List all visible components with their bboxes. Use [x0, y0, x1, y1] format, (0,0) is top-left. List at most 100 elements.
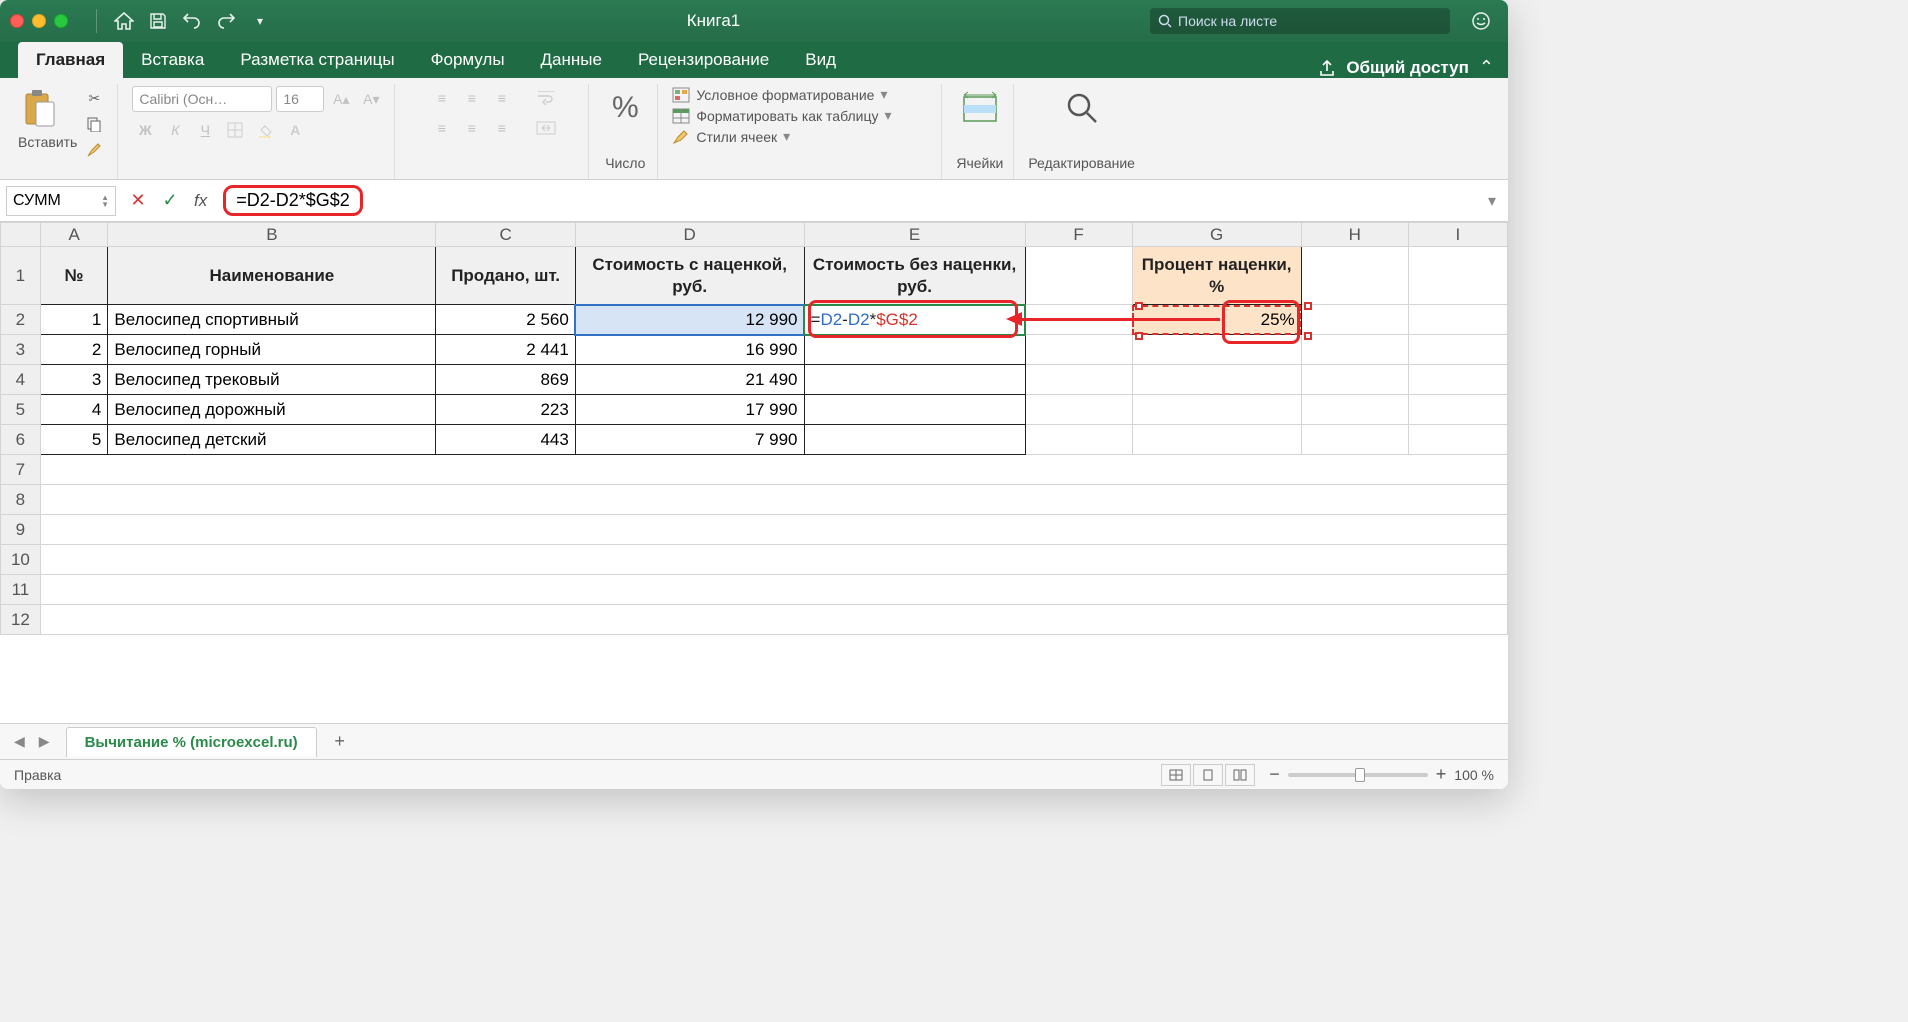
tab-formulas[interactable]: Формулы: [413, 42, 523, 78]
col-header[interactable]: C: [436, 223, 575, 247]
underline-button[interactable]: Ч: [192, 118, 218, 142]
cell[interactable]: 7 990: [575, 425, 804, 455]
collapse-ribbon-icon[interactable]: ⌃: [1479, 57, 1494, 78]
bold-button[interactable]: Ж: [132, 118, 158, 142]
copy-icon[interactable]: [81, 112, 107, 136]
cell[interactable]: [1025, 365, 1132, 395]
add-sheet-button[interactable]: +: [325, 728, 355, 756]
formula-input[interactable]: =D2-D2*$G$2: [215, 185, 1476, 216]
cell[interactable]: [1025, 395, 1132, 425]
row-header[interactable]: 3: [1, 335, 41, 365]
row-header[interactable]: 7: [1, 455, 41, 485]
cut-icon[interactable]: ✂: [81, 86, 107, 110]
find-icon[interactable]: [1060, 86, 1104, 130]
row-header[interactable]: 6: [1, 425, 41, 455]
font-name-combo[interactable]: Calibri (Осн…: [132, 86, 272, 112]
tab-home[interactable]: Главная: [18, 42, 123, 78]
cell[interactable]: 223: [436, 395, 575, 425]
format-painter-icon[interactable]: [81, 138, 107, 162]
cell[interactable]: [804, 365, 1025, 395]
cell[interactable]: 17 990: [575, 395, 804, 425]
cell[interactable]: 2 560: [436, 305, 575, 335]
cell[interactable]: [1408, 365, 1507, 395]
tab-data[interactable]: Данные: [523, 42, 620, 78]
cell[interactable]: [1132, 425, 1301, 455]
view-page-break-icon[interactable]: [1225, 764, 1255, 786]
cell[interactable]: [804, 395, 1025, 425]
tab-view[interactable]: Вид: [787, 42, 854, 78]
spreadsheet-grid[interactable]: A B C D E F G H I 1 № Наименование Прода…: [0, 222, 1508, 723]
save-icon[interactable]: [141, 6, 175, 36]
col-header[interactable]: E: [804, 223, 1025, 247]
cell[interactable]: [1025, 305, 1132, 335]
cell-styles-button[interactable]: Стили ячеек▾: [672, 128, 891, 145]
cell[interactable]: [1132, 335, 1301, 365]
cell[interactable]: [40, 455, 1507, 485]
font-size-combo[interactable]: 16: [276, 86, 324, 112]
col-header[interactable]: G: [1132, 223, 1301, 247]
cell[interactable]: 869: [436, 365, 575, 395]
row-header[interactable]: 9: [1, 515, 41, 545]
conditional-formatting-button[interactable]: Условное форматирование▾: [672, 86, 891, 103]
cell[interactable]: [1301, 247, 1408, 305]
cell[interactable]: [1132, 395, 1301, 425]
cell[interactable]: 2: [40, 335, 108, 365]
row-header[interactable]: 2: [1, 305, 41, 335]
cell[interactable]: [1301, 365, 1408, 395]
cell[interactable]: [1025, 247, 1132, 305]
tab-review[interactable]: Рецензирование: [620, 42, 787, 78]
cell[interactable]: [1408, 335, 1507, 365]
number-format-icon[interactable]: %: [603, 86, 647, 130]
cells-icon[interactable]: [958, 86, 1002, 130]
align-top-icon[interactable]: ≡: [429, 86, 455, 110]
header-name[interactable]: Наименование: [108, 247, 436, 305]
sheet-nav-prev-icon[interactable]: ◀: [8, 729, 31, 754]
cell[interactable]: [1301, 425, 1408, 455]
cell[interactable]: 2 441: [436, 335, 575, 365]
col-header[interactable]: A: [40, 223, 108, 247]
cell[interactable]: 4: [40, 395, 108, 425]
row-header[interactable]: 5: [1, 395, 41, 425]
cell[interactable]: [40, 485, 1507, 515]
cell[interactable]: Велосипед детский: [108, 425, 436, 455]
col-header[interactable]: D: [575, 223, 804, 247]
cell[interactable]: 1: [40, 305, 108, 335]
align-left-icon[interactable]: ≡: [429, 116, 455, 140]
cell[interactable]: [1025, 335, 1132, 365]
cell[interactable]: [1132, 365, 1301, 395]
row-header[interactable]: 4: [1, 365, 41, 395]
col-header[interactable]: B: [108, 223, 436, 247]
header-num[interactable]: №: [40, 247, 108, 305]
cell[interactable]: [40, 545, 1507, 575]
header-cost-without[interactable]: Стоимость без наценки, руб.: [804, 247, 1025, 305]
align-center-icon[interactable]: ≡: [459, 116, 485, 140]
col-header[interactable]: I: [1408, 223, 1507, 247]
zoom-in-button[interactable]: +: [1436, 764, 1447, 785]
redo-icon[interactable]: [209, 6, 243, 36]
view-normal-icon[interactable]: [1161, 764, 1191, 786]
undo-icon[interactable]: [175, 6, 209, 36]
sheet-nav-next-icon[interactable]: ▶: [33, 729, 56, 754]
cell[interactable]: [1408, 247, 1507, 305]
cell[interactable]: 16 990: [575, 335, 804, 365]
maximize-window-button[interactable]: [54, 14, 68, 28]
zoom-out-button[interactable]: −: [1269, 764, 1280, 785]
col-header[interactable]: F: [1025, 223, 1132, 247]
format-as-table-button[interactable]: Форматировать как таблицу▾: [672, 107, 891, 124]
close-window-button[interactable]: [10, 14, 24, 28]
row-header[interactable]: 1: [1, 247, 41, 305]
cell[interactable]: Велосипед спортивный: [108, 305, 436, 335]
header-cost-with[interactable]: Стоимость с наценкой, руб.: [575, 247, 804, 305]
cell[interactable]: [1025, 425, 1132, 455]
cell[interactable]: 5: [40, 425, 108, 455]
zoom-slider[interactable]: [1288, 773, 1428, 777]
row-header[interactable]: 10: [1, 545, 41, 575]
cell-e2-editing[interactable]: =D2-D2*$G$2: [804, 305, 1025, 335]
merge-cells-icon[interactable]: [533, 116, 559, 140]
wrap-text-icon[interactable]: [533, 86, 559, 110]
cell-g2[interactable]: 25%: [1132, 305, 1301, 335]
align-bottom-icon[interactable]: ≡: [489, 86, 515, 110]
borders-icon[interactable]: [222, 118, 248, 142]
cell-d2[interactable]: 12 990: [575, 305, 804, 335]
cell[interactable]: [1301, 305, 1408, 335]
